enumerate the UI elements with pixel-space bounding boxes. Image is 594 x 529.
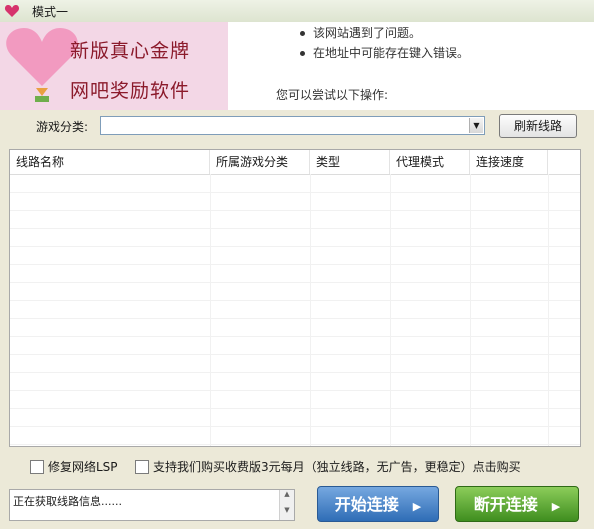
chevron-right-icon: ▶ (551, 500, 561, 513)
table-row (10, 354, 580, 373)
category-label: 游戏分类: (36, 120, 89, 134)
error-tip: 您可以尝试以下操作: (276, 88, 389, 102)
window-title: 模式一 (32, 5, 69, 19)
category-select[interactable]: ▼ (100, 116, 485, 135)
title-bar: 模式一 (0, 0, 594, 23)
table-header: 线路名称 所属游戏分类 类型 代理模式 连接速度 (10, 150, 580, 175)
table-row (10, 318, 580, 337)
buy-paid-checkbox[interactable]: 支持我们购买收费版3元每月（独立线路，无广告，更稳定）点击购买 (135, 458, 521, 475)
table-row (10, 192, 580, 211)
bullet-icon (300, 31, 305, 36)
error-bullet-text: 该网站遇到了问题。 (313, 26, 422, 40)
table-row (10, 300, 580, 319)
scroll-down-icon[interactable]: ▼ (280, 506, 294, 514)
chevron-right-icon: ▶ (412, 500, 422, 513)
buy-paid-label: 支持我们购买收费版3元每月（独立线路，无广告，更稳定）点击购买 (153, 460, 521, 474)
column-divider (210, 174, 211, 446)
banner-line2: 网吧奖励软件 (70, 80, 191, 102)
error-bullet-item: 在地址中可能存在键入错误。 (300, 44, 469, 61)
refresh-routes-button[interactable]: 刷新线路 (499, 114, 577, 138)
scroll-up-icon[interactable]: ▲ (280, 490, 294, 498)
banner-line1: 新版真心金牌 (70, 40, 191, 62)
embedded-error-page: 该网站遇到了问题。 在地址中可能存在键入错误。 您可以尝试以下操作: (228, 22, 594, 110)
table-row (10, 390, 580, 409)
table-row (10, 282, 580, 301)
column-divider (470, 174, 471, 446)
table-row (10, 372, 580, 391)
disconnect-label: 断开连接 (473, 495, 538, 514)
status-log[interactable]: 正在获取线路信息...... ▲ ▼ (9, 489, 295, 521)
table-row (10, 246, 580, 265)
column-header[interactable]: 代理模式 (390, 150, 470, 174)
bullet-icon (300, 51, 305, 56)
heart-app-icon (4, 5, 20, 17)
status-text: 正在获取线路信息...... (13, 495, 122, 508)
column-divider (390, 174, 391, 446)
table-row (10, 174, 580, 193)
routes-table: 线路名称 所属游戏分类 类型 代理模式 连接速度 (9, 149, 581, 447)
column-divider (548, 174, 549, 446)
error-bullet-text: 在地址中可能存在键入错误。 (313, 46, 470, 60)
disconnect-button[interactable]: 断开连接 ▶ (455, 486, 579, 522)
checkbox-box[interactable] (30, 459, 44, 474)
table-row (10, 336, 580, 355)
column-divider (310, 174, 311, 446)
promo-banner: 新版真心金牌 网吧奖励软件 (0, 22, 228, 110)
column-header[interactable]: 连接速度 (470, 150, 548, 174)
status-scrollbar[interactable]: ▲ ▼ (279, 490, 294, 520)
error-bullet-item: 该网站遇到了问题。 (300, 24, 421, 41)
table-row (10, 228, 580, 247)
start-connect-button[interactable]: 开始连接 ▶ (317, 486, 439, 522)
table-row (10, 426, 580, 445)
repair-lsp-checkbox[interactable]: 修复网络LSP (30, 458, 118, 475)
repair-lsp-label: 修复网络LSP (48, 460, 118, 474)
table-row (10, 408, 580, 427)
column-header[interactable]: 类型 (310, 150, 390, 174)
dropdown-arrow-icon[interactable]: ▼ (469, 118, 483, 133)
table-row (10, 210, 580, 229)
checkbox-box[interactable] (135, 459, 149, 474)
table-row (10, 264, 580, 283)
column-header[interactable]: 所属游戏分类 (210, 150, 310, 174)
column-header[interactable]: 线路名称 (10, 150, 210, 174)
start-connect-label: 开始连接 (334, 495, 399, 514)
